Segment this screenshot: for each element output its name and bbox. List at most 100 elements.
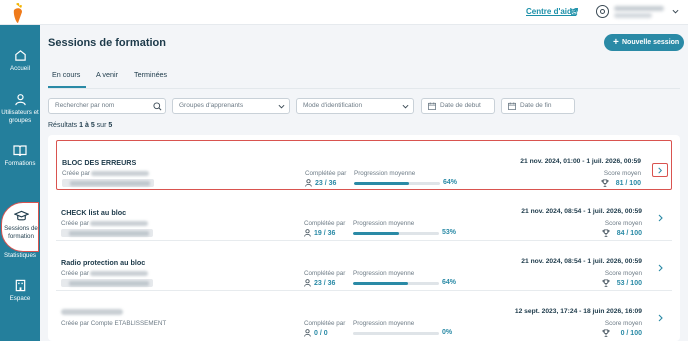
session-title: BLOC DES ERREURS: [62, 158, 137, 167]
results-total: 5: [108, 122, 113, 129]
start-date-input[interactable]: Date de debut: [421, 98, 495, 114]
external-link-icon: [571, 8, 578, 15]
trophy-icon: [601, 179, 609, 187]
groups-select[interactable]: Groupes d'apprenants: [172, 98, 290, 114]
chevron-right-icon[interactable]: [657, 264, 664, 272]
progress-label: Progression moyenne: [354, 170, 416, 177]
help-center-link[interactable]: Centre d'aide: [526, 7, 576, 16]
score-label: Score moyen: [604, 320, 642, 327]
session-dates: 21 nov. 2024, 01:00 - 1 juil. 2026, 00:5…: [520, 158, 641, 165]
session-dates: 21 nov. 2024, 08:54 - 1 juil. 2026, 00:5…: [521, 208, 642, 215]
chart-icon: [14, 236, 26, 249]
building-icon: [15, 279, 25, 292]
group-tag: [62, 179, 154, 187]
new-session-button[interactable]: + Nouvelle session: [604, 34, 684, 51]
mode-select[interactable]: Mode d'identification: [296, 98, 414, 114]
chevron-right-icon[interactable]: [657, 214, 664, 222]
search-placeholder: Rechercher par nom: [55, 102, 115, 109]
progress-label: Progression moyenne: [353, 320, 415, 327]
sidebar-item-home[interactable]: Accueil: [0, 49, 40, 73]
progress-percent: 64%: [442, 279, 457, 286]
search-icon: [153, 102, 162, 111]
progress-fill: [353, 232, 399, 235]
group-tag: [61, 279, 153, 287]
sidebar-item-label: Formations: [4, 160, 36, 167]
score-value: 81 / 100: [615, 180, 641, 187]
user-role-redacted: [614, 13, 652, 18]
session-list: BLOC DES ERREURS Créée par Complétée par…: [48, 135, 680, 341]
score-value: 84 / 100: [616, 230, 642, 237]
graduation-cap-icon: [13, 210, 29, 221]
sidebar-item-label: Statistiques: [4, 252, 36, 259]
user-icon: [304, 279, 311, 287]
user-name-redacted: [614, 6, 664, 11]
calendar-icon: [428, 102, 436, 110]
session-card[interactable]: Radio protection au bloc Créée par Compl…: [56, 241, 672, 291]
progress-label: Progression moyenne: [353, 270, 415, 277]
sidebar: Accueil Utilisateurs et groupes Formatio…: [0, 25, 40, 341]
progress-fill: [353, 282, 409, 285]
creator-redacted: [90, 221, 148, 226]
sidebar-item-users[interactable]: Utilisateurs et groupes: [0, 93, 40, 124]
completed-value: 23 / 36: [315, 180, 337, 187]
user-icon: [304, 229, 311, 237]
sidebar-item-space[interactable]: Espace: [0, 279, 40, 303]
session-card[interactable]: Créée par Compte ETABLISSEMENT Complétée…: [56, 291, 672, 341]
completed-value: 0 / 0: [314, 330, 328, 337]
user-icon: [14, 94, 26, 106]
chevron-down-icon[interactable]: [672, 8, 679, 15]
score-value: 53 / 100: [616, 280, 642, 287]
calendar-icon: [508, 102, 516, 110]
results-count: Résultats 1 à 5 sur 5: [48, 122, 112, 129]
completed-value: 23 / 36: [314, 280, 336, 287]
created-by: Créée par: [61, 220, 90, 227]
session-title-redacted: [61, 309, 123, 315]
created-by: Créée par: [61, 270, 90, 277]
tab-terminees[interactable]: Terminées: [134, 70, 167, 79]
progress-bar: [354, 182, 440, 185]
search-input[interactable]: Rechercher par nom: [48, 98, 166, 114]
sidebar-item-label: Espace: [9, 295, 31, 302]
end-date-input[interactable]: Date de fin: [501, 98, 575, 114]
trophy-icon: [602, 279, 610, 287]
mode-placeholder: Mode d'identification: [303, 102, 363, 109]
tab-en-cours[interactable]: En cours: [52, 70, 80, 79]
home-icon: [14, 50, 26, 61]
results-range: 1 à 5: [79, 122, 95, 129]
sidebar-item-stats[interactable]: Statistiques: [0, 236, 40, 260]
chevron-right-icon[interactable]: [657, 314, 664, 322]
user-icon: [305, 179, 312, 187]
score-label: Score moyen: [603, 170, 641, 177]
created-by: Créée par Compte ETABLISSEMENT: [61, 320, 167, 327]
sidebar-item-label: Utilisateurs et groupes: [1, 109, 39, 124]
page-title: Sessions de formation: [48, 37, 166, 49]
progress-fill: [354, 182, 410, 185]
progress-bar: [353, 332, 439, 335]
session-dates: 21 nov. 2024, 08:54 - 1 juil. 2026, 00:5…: [521, 258, 642, 265]
group-redacted: [70, 180, 150, 186]
chevron-down-icon: [278, 104, 285, 109]
chevron-down-icon: [402, 104, 409, 109]
progress-percent: 0%: [442, 329, 453, 336]
group-redacted: [69, 230, 149, 236]
session-card[interactable]: CHECK list au bloc Créée par Complétée p…: [56, 191, 672, 241]
results-sep: sur: [96, 122, 107, 129]
sidebar-item-label: Accueil: [10, 65, 30, 72]
created-by: Créée par: [62, 170, 91, 177]
open-session-button[interactable]: [652, 163, 668, 177]
user-icon: [304, 329, 311, 337]
session-title: CHECK list au bloc: [61, 208, 127, 217]
tabs-divider: [48, 88, 680, 89]
session-title: Radio protection au bloc: [61, 258, 146, 267]
session-card[interactable]: BLOC DES ERREURS Créée par Complétée par…: [56, 140, 672, 190]
score-value: 0 / 100: [620, 330, 642, 337]
progress-label: Progression moyenne: [353, 220, 415, 227]
progress-bar: [353, 282, 439, 285]
group-tag: [61, 229, 153, 237]
results-prefix: Résultats: [48, 122, 78, 129]
sidebar-item-formations[interactable]: Formations: [0, 144, 40, 168]
book-icon: [13, 145, 27, 157]
completed-value: 19 / 36: [314, 230, 336, 237]
plus-icon: +: [613, 37, 619, 48]
tab-a-venir[interactable]: A venir: [96, 70, 118, 79]
